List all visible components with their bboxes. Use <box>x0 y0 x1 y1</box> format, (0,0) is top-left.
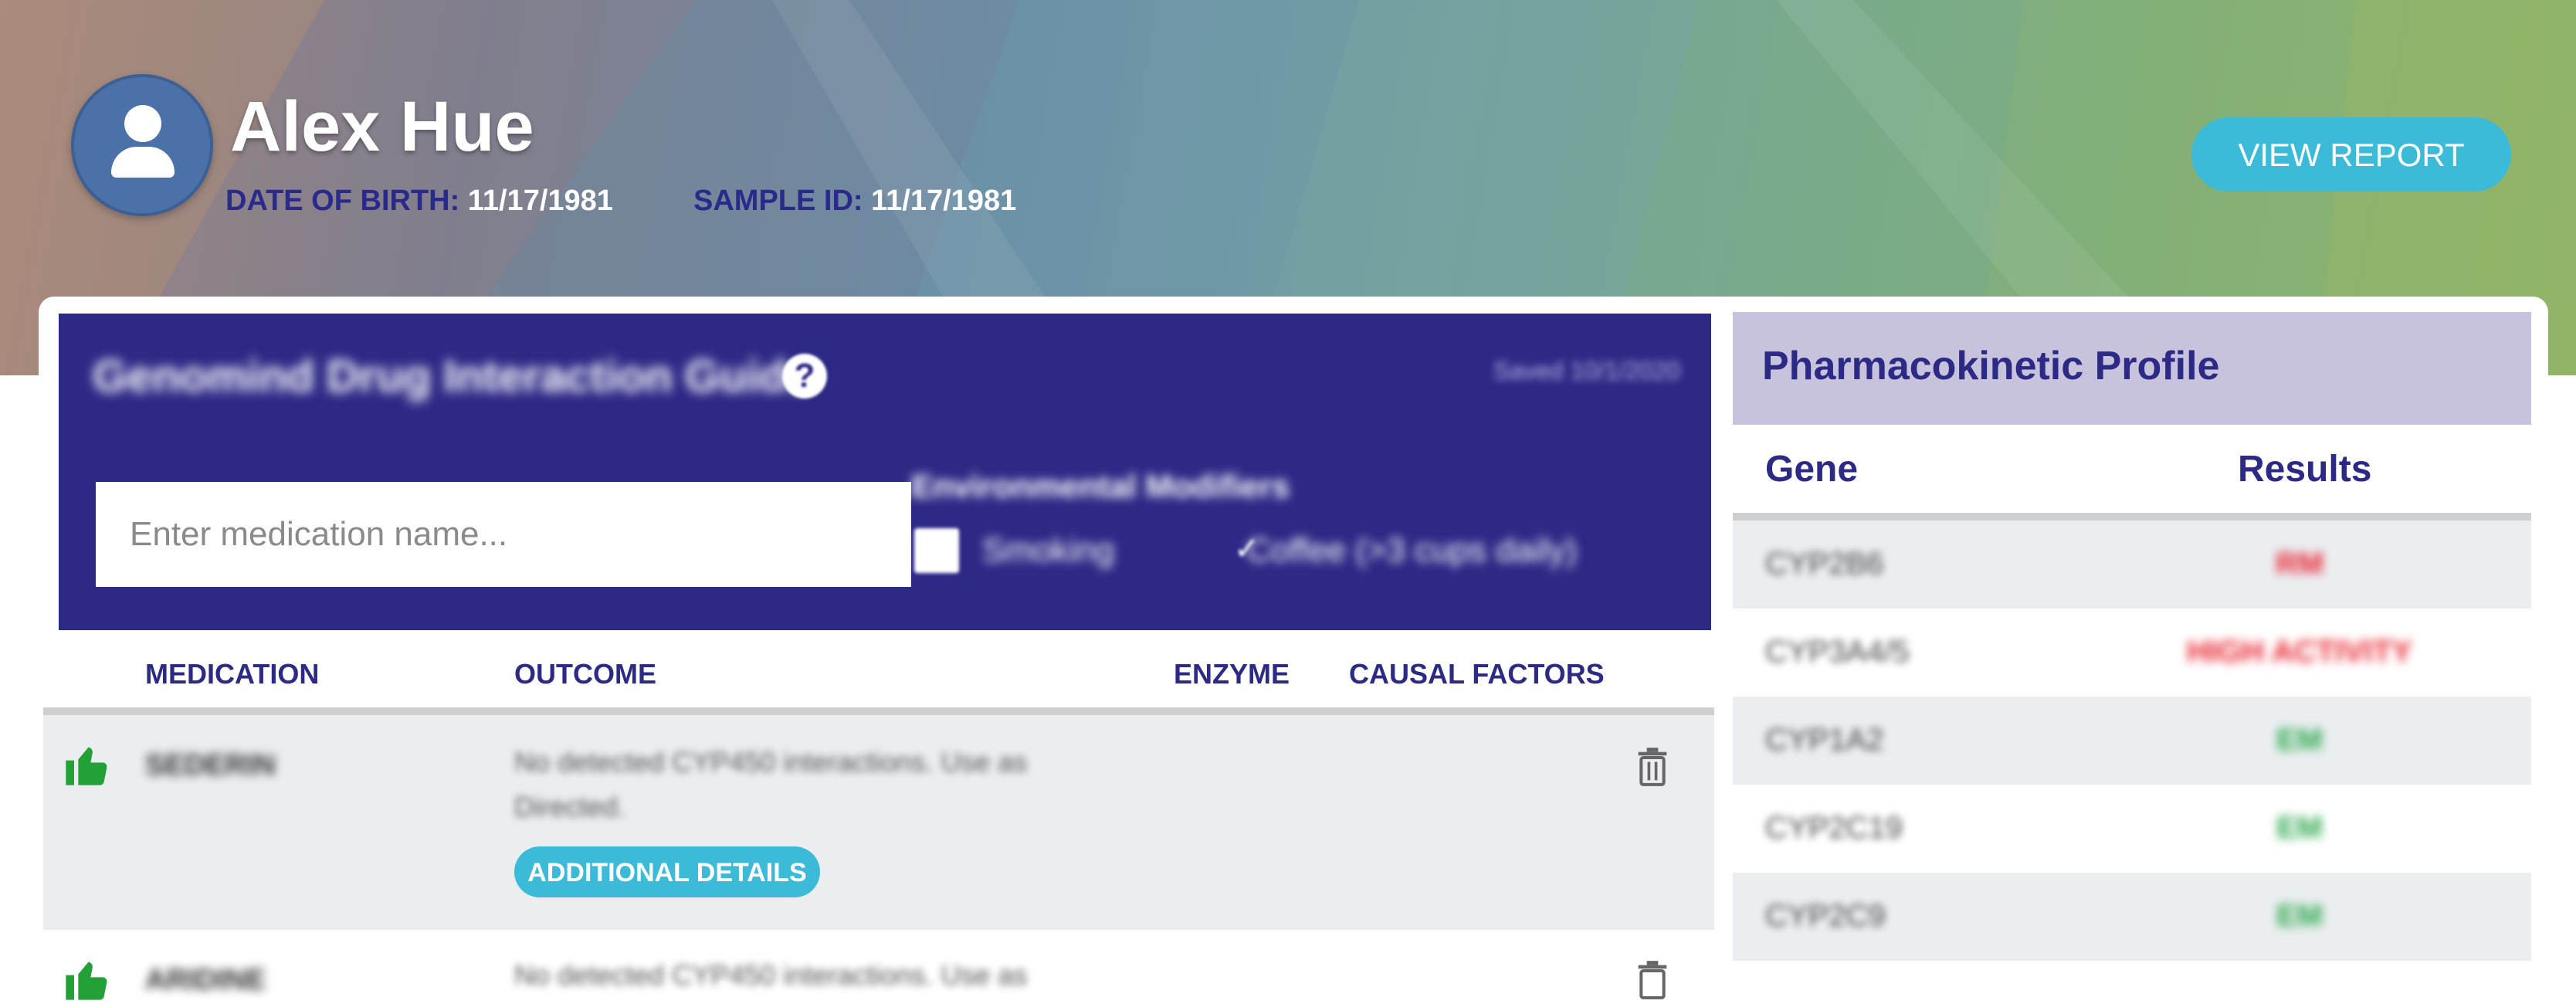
column-header-medication[interactable]: MEDICATION <box>145 658 319 690</box>
gene-result: EM <box>2276 811 2323 845</box>
medication-name[interactable]: SEDERIN <box>145 749 276 782</box>
outcome-text: No detected CYP450 interactions. Use as … <box>514 746 1028 823</box>
gene-result: EM <box>2276 899 2323 933</box>
thumbs-up-icon <box>66 747 107 785</box>
pk-row: CYP2B6 RM <box>1733 521 2531 609</box>
pk-row: CYP2C9 EM <box>1733 873 2531 961</box>
gene-name: CYP2C19 <box>1765 811 1903 845</box>
patient-avatar <box>71 74 213 216</box>
gene-name: CYP2C9 <box>1765 899 1886 933</box>
gene-result: RM <box>2276 547 2324 581</box>
view-report-button[interactable]: VIEW REPORT <box>2191 117 2511 192</box>
gene-name: CYP1A2 <box>1765 723 1884 757</box>
thumbs-up-icon <box>66 962 107 1000</box>
medication-name[interactable]: ARIDINE <box>145 964 266 997</box>
smoking-checkbox[interactable] <box>914 528 959 573</box>
pharmacokinetic-profile-title: Pharmacokinetic Profile <box>1762 344 2220 388</box>
saved-date: Saved 10/1/2020 <box>1493 357 1680 385</box>
pk-header-divider <box>1733 513 2531 521</box>
gene-result: HIGH ACTIVITY <box>2187 635 2412 669</box>
sample-id-label: SAMPLE ID: <box>693 185 863 217</box>
dob-label: DATE OF BIRTH: <box>225 185 460 217</box>
user-icon <box>124 105 161 142</box>
gene-column-header: Gene <box>1765 449 1859 490</box>
results-column-header: Results <box>2238 449 2372 490</box>
coffee-label: Coffee (>3 cups daily) <box>1246 531 1578 569</box>
pharmacokinetic-profile-header: Pharmacokinetic Profile <box>1733 312 2531 425</box>
help-icon[interactable]: ? <box>782 354 827 399</box>
outcome-text: No detected CYP450 interactions. Use as <box>514 959 1028 991</box>
pk-row: CYP1A2 EM <box>1733 697 2531 785</box>
medication-search-input[interactable] <box>96 482 911 587</box>
dob-value: 11/17/1981 <box>467 185 613 217</box>
table-header-divider <box>43 707 1714 715</box>
sample-id: SAMPLE ID: 11/17/1981 <box>693 186 1016 215</box>
smoking-label: Smoking <box>982 531 1115 569</box>
gene-name: CYP2B6 <box>1765 547 1884 581</box>
environmental-modifiers-title: Environmental Modifiers <box>911 468 1290 504</box>
drug-interaction-guide-panel: Genomind Drug Interaction Guide ? Saved … <box>59 314 1711 630</box>
column-header-enzyme[interactable]: ENZYME <box>1174 658 1290 690</box>
column-header-outcome[interactable]: OUTCOME <box>514 658 656 690</box>
trash-icon[interactable] <box>1635 746 1669 786</box>
pk-row: CYP3A4/5 HIGH ACTIVITY <box>1733 609 2531 697</box>
patient-name: Alex Hue <box>230 87 534 166</box>
gene-name: CYP3A4/5 <box>1765 635 1910 669</box>
guide-title: Genomind Drug Interaction Guide <box>93 351 812 402</box>
additional-details-button[interactable]: ADDITIONAL DETAILS <box>514 846 820 897</box>
date-of-birth: DATE OF BIRTH: 11/17/1981 <box>225 186 613 215</box>
gene-result: EM <box>2276 723 2323 757</box>
pk-row: CYP2C19 EM <box>1733 785 2531 873</box>
column-header-causal-factors[interactable]: CAUSAL FACTORS <box>1349 658 1605 690</box>
trash-icon[interactable] <box>1635 959 1669 999</box>
sample-id-value: 11/17/1981 <box>871 185 1017 217</box>
